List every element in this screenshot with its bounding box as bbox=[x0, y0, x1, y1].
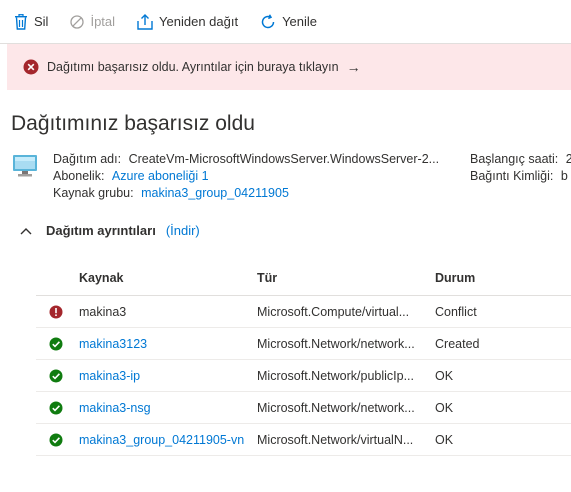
page-title: Dağıtımınız başarısız oldu bbox=[11, 112, 255, 135]
table-row: makina3_group_04211905-vn Microsoft.Netw… bbox=[36, 423, 571, 456]
deployment-details-title: Dağıtım ayrıntıları bbox=[46, 223, 156, 238]
header-resource: Kaynak bbox=[79, 260, 257, 296]
resource-group-link[interactable]: makina3_group_04211905 bbox=[141, 186, 289, 200]
cancel-icon bbox=[70, 14, 85, 29]
header-icon bbox=[36, 260, 79, 296]
resource-link[interactable]: makina3-nsg bbox=[79, 401, 151, 415]
deployment-details-header: Dağıtım ayrıntıları (İndir) bbox=[20, 223, 200, 238]
resource-link[interactable]: makina3-ip bbox=[79, 369, 140, 383]
resource-type: Microsoft.Compute/virtual... bbox=[257, 295, 435, 328]
deployment-name-label: Dağıtım adı: bbox=[53, 152, 122, 166]
status-cell bbox=[36, 295, 79, 328]
resource-status: OK bbox=[435, 391, 571, 424]
resource-type: Microsoft.Network/publicIp... bbox=[257, 359, 435, 392]
resource-type: Microsoft.Network/network... bbox=[257, 327, 435, 360]
banner-text: Dağıtımı başarısız oldu. Ayrıntılar için… bbox=[47, 60, 339, 74]
resource-type: Microsoft.Network/network... bbox=[257, 391, 435, 424]
resources-table: Kaynak Tür Durum makina3 Microsoft.Compu… bbox=[36, 260, 571, 456]
delete-button[interactable]: Sil bbox=[6, 0, 56, 44]
error-banner[interactable]: Dağıtımı başarısız oldu. Ayrıntılar için… bbox=[7, 44, 571, 90]
subscription-link[interactable]: Azure aboneliği 1 bbox=[112, 169, 209, 183]
header-status: Durum bbox=[435, 260, 571, 296]
error-circle-icon bbox=[23, 59, 39, 75]
status-cell bbox=[36, 327, 79, 360]
redeploy-button[interactable]: Yeniden dağıt bbox=[129, 0, 246, 44]
refresh-icon bbox=[261, 13, 275, 28]
correlation-id-value: b bbox=[560, 169, 568, 183]
correlation-id-label: Bağıntı Kimliği: bbox=[470, 169, 554, 183]
start-time-label: Başlangıç saati: bbox=[470, 152, 559, 166]
table-row: makina3 Microsoft.Compute/virtual... Con… bbox=[36, 295, 571, 328]
chevron-up-icon[interactable] bbox=[20, 227, 32, 235]
header-type: Tür bbox=[257, 260, 435, 296]
download-link[interactable]: (İndir) bbox=[166, 223, 200, 238]
redeploy-label: Yeniden dağıt bbox=[159, 14, 239, 29]
resource-link[interactable]: makina3123 bbox=[79, 337, 147, 351]
deployment-summary: Dağıtım adı: CreateVm-MicrosoftWindowsSe… bbox=[53, 151, 439, 202]
table-row: makina3123 Microsoft.Network/network... … bbox=[36, 327, 571, 360]
resource-type: Microsoft.Network/virtualN... bbox=[257, 423, 435, 456]
resource-status: Created bbox=[435, 327, 571, 360]
table-row: makina3-nsg Microsoft.Network/network...… bbox=[36, 391, 571, 424]
resource-status: Conflict bbox=[435, 295, 571, 328]
refresh-button[interactable]: Yenile bbox=[252, 0, 325, 44]
success-icon bbox=[49, 337, 63, 350]
virtual-machine-icon bbox=[13, 155, 37, 177]
command-bar: Sil İptal Yeniden dağıt Yenile bbox=[0, 0, 571, 44]
cancel-button[interactable]: İptal bbox=[62, 0, 123, 44]
trash-icon bbox=[15, 13, 27, 30]
deployment-name-value: CreateVm-MicrosoftWindowsServer.WindowsS… bbox=[128, 152, 440, 166]
upload-icon bbox=[137, 13, 153, 30]
start-time-value: 2 bbox=[565, 152, 571, 166]
refresh-label: Yenile bbox=[282, 14, 318, 29]
status-cell bbox=[36, 423, 79, 456]
table-header-row: Kaynak Tür Durum bbox=[36, 260, 571, 296]
resource-status: OK bbox=[435, 423, 571, 456]
arrow-right-icon: → bbox=[346, 59, 361, 75]
resource-link[interactable]: makina3_group_04211905-vn bbox=[79, 433, 244, 447]
success-icon bbox=[49, 401, 63, 414]
success-icon bbox=[49, 369, 63, 382]
resource-status: OK bbox=[435, 359, 571, 392]
subscription-label: Abonelik: bbox=[53, 169, 105, 183]
deployment-summary-right: Başlangıç saati: 2 Bağıntı Kimliği: b bbox=[470, 151, 571, 185]
resource-group-label: Kaynak grubu: bbox=[53, 186, 134, 200]
cancel-label: İptal bbox=[90, 14, 116, 29]
success-icon bbox=[49, 433, 63, 446]
error-icon bbox=[49, 305, 63, 318]
status-cell bbox=[36, 359, 79, 392]
status-cell bbox=[36, 391, 79, 424]
table-row: makina3-ip Microsoft.Network/publicIp...… bbox=[36, 359, 571, 392]
delete-label: Sil bbox=[34, 14, 49, 29]
resource-name: makina3 bbox=[79, 304, 127, 319]
